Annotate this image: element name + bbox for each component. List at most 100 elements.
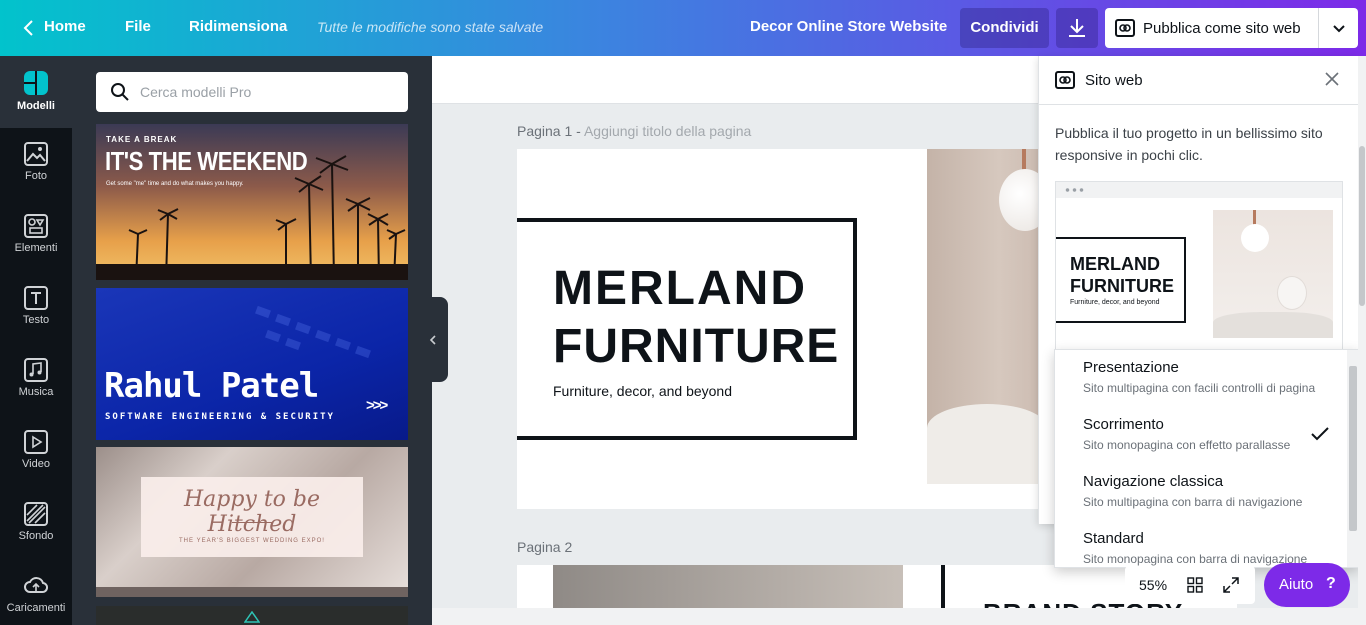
preview-photo — [1213, 210, 1333, 338]
option-scrolling[interactable]: Scorrimento Sito monopagina con effetto … — [1083, 416, 1343, 452]
table-top — [927, 404, 1047, 484]
template-subtitle: Get some "me" time and do what makes you… — [106, 181, 244, 187]
video-icon — [24, 430, 48, 454]
sidebar-item-text[interactable]: Testo — [0, 272, 72, 344]
canvas-vertical-scrollbar[interactable] — [1358, 56, 1366, 625]
preview-title-line-2: FURNITURE — [1070, 276, 1174, 296]
search-icon — [110, 82, 130, 107]
template-search-input[interactable]: Cerca modelli Pro — [96, 72, 408, 112]
help-label: Aiuto — [1279, 576, 1314, 593]
chevron-left-icon — [429, 335, 436, 345]
option-standard[interactable]: Standard Sito monopagina con barra di na… — [1083, 530, 1343, 566]
sidebar-item-music[interactable]: Musica — [0, 344, 72, 416]
collapse-panel-handle[interactable] — [429, 297, 448, 382]
template-card-rahul[interactable]: Rahul Patel SOFTWARE ENGINEERING & SECUR… — [96, 288, 408, 440]
sidebar-item-video[interactable]: Video — [0, 416, 72, 488]
download-button[interactable] — [1056, 8, 1098, 48]
back-chevron-icon[interactable] — [22, 19, 36, 37]
share-button[interactable]: Condividi — [960, 8, 1049, 48]
music-icon — [24, 358, 48, 382]
sidebar-item-uploads[interactable]: Caricamenti — [0, 560, 72, 625]
sidebar-item-label: Video — [22, 458, 50, 470]
website-icon — [1115, 19, 1135, 42]
option-title: Presentazione — [1083, 359, 1179, 376]
page-2-photo — [553, 565, 903, 608]
website-panel-description: Pubblica il tuo progetto in un bellissim… — [1055, 125, 1323, 163]
template-subtitle: THE YEAR'S BIGGEST WEDDING EXPO! — [179, 538, 325, 544]
page-2-frame — [941, 565, 945, 608]
canvas-page-1[interactable]: MERLAND FURNITURE Furniture, decor, and … — [517, 149, 1047, 509]
template-arrows: >>> — [366, 397, 388, 414]
publish-website-button[interactable]: Pubblica come sito web — [1105, 8, 1358, 48]
option-description: Sito monopagina con effetto parallasse — [1083, 438, 1291, 452]
page-title-input[interactable]: Aggiungi titolo della pagina — [584, 123, 751, 139]
publish-label: Pubblica come sito web — [1143, 20, 1301, 37]
grid-view-icon[interactable] — [1187, 577, 1203, 598]
zoom-controls: 55% — [1125, 566, 1255, 604]
divider — [1318, 8, 1319, 48]
sidebar-item-label: Elementi — [14, 242, 58, 254]
option-classic-navigation[interactable]: Navigazione classica Sito multipagina co… — [1083, 473, 1343, 509]
dropdown-scroll-thumb[interactable] — [1349, 366, 1357, 531]
top-bar: Home File Ridimensiona Tutte le modifich… — [0, 0, 1366, 56]
template-subtitle: SOFTWARE ENGINEERING & SECURITY — [105, 412, 335, 422]
sidebar-item-label: Testo — [22, 314, 50, 326]
page-2-label: Pagina 2 — [517, 539, 573, 555]
zoom-level[interactable]: 55% — [1139, 577, 1167, 593]
preview-tagline: Furniture, decor, and beyond — [1070, 299, 1160, 306]
photo-icon — [24, 142, 48, 166]
file-menu[interactable]: File — [125, 18, 151, 35]
page-1-label: Pagina 1 - Aggiungi titolo della pagina — [517, 123, 751, 139]
sidebar-item-templates[interactable]: Modelli — [0, 56, 72, 128]
lamp-photo — [927, 149, 1047, 484]
project-title[interactable]: Decor Online Store Website — [750, 18, 947, 35]
template-card-partial[interactable] — [96, 606, 408, 625]
elements-icon — [24, 214, 48, 238]
template-footer-band — [96, 587, 408, 597]
background-icon — [24, 502, 48, 526]
resize-button[interactable]: Ridimensiona — [189, 18, 287, 35]
option-title: Scorrimento — [1083, 416, 1164, 433]
website-preview: MERLAND FURNITURE Furniture, decor, and … — [1055, 181, 1343, 351]
sidebar-item-label: Caricamenti — [6, 602, 66, 614]
triangle-icon — [244, 611, 260, 623]
upload-icon — [24, 577, 48, 593]
panel-divider — [1039, 104, 1359, 105]
templates-panel: Cerca modelli Pro TAKE A BREAK IT'S THE … — [72, 56, 432, 625]
close-icon[interactable] — [1325, 72, 1339, 91]
sidebar-item-background[interactable]: Sfondo — [0, 488, 72, 560]
website-style-dropdown: Presentazione Sito multipagina con facil… — [1054, 349, 1359, 568]
preview-vase — [1277, 276, 1307, 310]
preview-table — [1213, 312, 1333, 338]
template-card-hitched[interactable]: Happy to be Hitched THE YEAR'S BIGGEST W… — [96, 447, 408, 597]
page-title-line-2: FURNITURE — [553, 320, 840, 373]
preview-title-line-1: MERLAND — [1070, 254, 1160, 274]
scroll-thumb[interactable] — [1359, 146, 1365, 306]
chevron-down-icon[interactable] — [1332, 22, 1346, 40]
ornament-divider — [232, 522, 272, 523]
home-button[interactable]: Home — [44, 18, 86, 35]
fullscreen-icon[interactable] — [1223, 577, 1239, 598]
preview-lamp-bulb — [1241, 224, 1269, 252]
page-1-number: Pagina 1 - — [517, 123, 581, 139]
website-icon — [1055, 71, 1075, 94]
browser-bar — [1056, 182, 1342, 198]
help-button[interactable]: Aiuto ? — [1264, 563, 1350, 607]
template-kicker: TAKE A BREAK — [106, 135, 178, 144]
page-tagline: Furniture, decor, and beyond — [553, 383, 733, 399]
page-title-line-1: MERLAND — [553, 262, 807, 315]
left-sidebar: Modelli Foto Elementi Testo Musica Video… — [0, 56, 72, 625]
website-panel-title: Sito web — [1085, 72, 1143, 89]
canvas-horizontal-scrollbar[interactable] — [432, 608, 1358, 625]
option-description: Sito multipagina con facili controlli di… — [1083, 381, 1316, 395]
templates-icon — [24, 71, 48, 95]
template-card-weekend[interactable]: TAKE A BREAK IT'S THE WEEKEND Get some "… — [96, 124, 408, 280]
help-question-icon: ? — [1326, 575, 1336, 592]
option-description: Sito multipagina con barra di navigazion… — [1083, 495, 1303, 509]
window-dots — [1064, 188, 1084, 192]
download-icon — [1068, 18, 1086, 43]
option-title: Navigazione classica — [1083, 473, 1224, 490]
sidebar-item-photos[interactable]: Foto — [0, 128, 72, 200]
option-presentation[interactable]: Presentazione Sito multipagina con facil… — [1083, 359, 1343, 395]
sidebar-item-elements[interactable]: Elementi — [0, 200, 72, 272]
